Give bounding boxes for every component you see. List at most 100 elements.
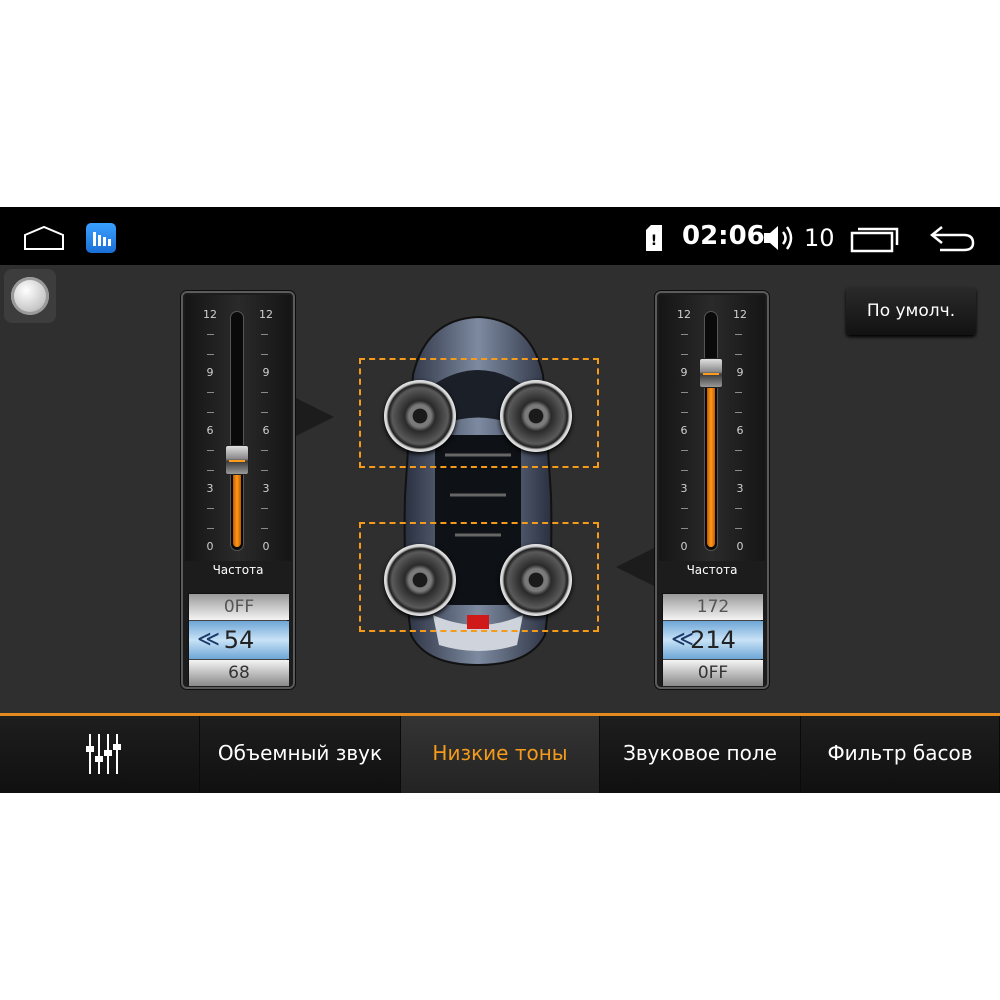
panel-pointer-left (294, 397, 334, 437)
scale-tick (735, 527, 742, 529)
scale-tick (261, 334, 268, 336)
sim-icon: ! (646, 225, 662, 251)
scale-tick (261, 353, 268, 355)
slider-area: 12 12 9 9 6 6 3 3 0 0 (185, 295, 291, 561)
rear-left-speaker-icon (384, 544, 456, 616)
scale-tick (261, 469, 268, 471)
scale-tick (207, 469, 214, 471)
floating-assist-button[interactable] (4, 269, 56, 323)
picker-current-text: 214 (690, 626, 736, 654)
scale-tick (735, 334, 742, 336)
scale-tick (261, 508, 268, 510)
picker-prev-value[interactable]: 172 (663, 594, 763, 620)
frequency-label: Частота (212, 563, 264, 577)
svg-text:!: ! (651, 233, 657, 249)
scale-tick (207, 392, 214, 394)
scale-tick (261, 392, 268, 394)
scale-tick (735, 353, 742, 355)
scale-label-left: 9 (680, 366, 688, 379)
scale-tick (681, 469, 688, 471)
scale-tick (735, 411, 742, 413)
slider-thumb[interactable] (225, 445, 249, 475)
clock: 02:06 (682, 221, 765, 251)
scale-label-left: 3 (206, 482, 214, 495)
tab-surround-sound[interactable]: Объемный звук (200, 716, 401, 793)
scale-tick (681, 508, 688, 510)
slider-fill (707, 373, 715, 547)
scale-label-right: 12 (259, 308, 273, 321)
scale-tick (681, 334, 688, 336)
equalizer-icon (86, 734, 121, 774)
scale-label-right: 6 (262, 424, 270, 437)
slider-area: 12 12 9 9 6 6 3 3 0 0 (659, 295, 765, 561)
scale-tick (207, 353, 214, 355)
bottom-tab-bar: Объемный звук Низкие тоны Звуковое поле … (0, 713, 1000, 793)
panel-pointer-right (616, 547, 656, 587)
tab-equalizer[interactable] (0, 716, 200, 793)
scale-tick (207, 450, 214, 452)
tab-sound-field[interactable]: Звуковое поле (600, 716, 801, 793)
scale-tick (681, 527, 688, 529)
picker-next-value[interactable]: 68 (189, 660, 289, 686)
picker-prev-value[interactable]: 0FF (189, 594, 289, 620)
scale-tick (681, 392, 688, 394)
scale-label-right: 3 (736, 482, 744, 495)
scale-tick (261, 450, 268, 452)
scale-label-right: 0 (736, 540, 744, 553)
scale-tick (207, 508, 214, 510)
default-button[interactable]: По умолч. (846, 287, 976, 335)
home-icon[interactable] (22, 225, 66, 251)
frequency-label: Частота (686, 563, 738, 577)
scale-label-left: 0 (206, 540, 214, 553)
app-icon[interactable] (86, 223, 116, 253)
scale-label-left: 12 (203, 308, 217, 321)
status-bar: ! 02:06 10 (0, 207, 1000, 265)
scale-tick (207, 527, 214, 529)
volume-level: 10 (804, 224, 835, 252)
scale-tick (681, 353, 688, 355)
slider-thumb[interactable] (699, 358, 723, 388)
scale-label-right: 3 (262, 482, 270, 495)
volume-icon[interactable] (762, 223, 796, 253)
frequency-picker[interactable]: 172 ≪ 214 0FF (662, 593, 763, 686)
scale-tick (681, 450, 688, 452)
scale-label-left: 3 (680, 482, 688, 495)
scale-tick (735, 392, 742, 394)
rear-bass-panel: 12 12 9 9 6 6 3 3 0 0 Частота 172 ≪ 214 0FF (655, 291, 769, 689)
front-left-speaker-icon (384, 380, 456, 452)
scale-label-left: 0 (680, 540, 688, 553)
front-right-speaker-icon (500, 380, 572, 452)
scale-label-left: 6 (680, 424, 688, 437)
app-screen: ! 02:06 10 По умолч. 12 12 9 9 6 6 3 3 0 0 Частот… (0, 207, 1000, 793)
assist-ball-icon (11, 277, 49, 315)
back-icon[interactable] (928, 223, 976, 253)
double-left-arrow-icon: ≪ (197, 627, 221, 652)
picker-current-value[interactable]: ≪ 214 (663, 621, 763, 659)
picker-current-text: 54 (223, 626, 255, 654)
scale-tick (207, 334, 214, 336)
scale-label-left: 6 (206, 424, 214, 437)
picker-current-value[interactable]: ≪ 54 (189, 621, 289, 659)
scale-label-right: 9 (262, 366, 270, 379)
picker-next-value[interactable]: 0FF (663, 660, 763, 686)
scale-label-right: 0 (262, 540, 270, 553)
scale-label-right: 12 (733, 308, 747, 321)
rear-right-speaker-icon (500, 544, 572, 616)
scale-label-left: 9 (206, 366, 214, 379)
front-bass-panel: 12 12 9 9 6 6 3 3 0 0 Частота 0FF ≪ 54 68 (181, 291, 295, 689)
scale-tick (735, 450, 742, 452)
tab-bass-filter[interactable]: Фильтр басов (801, 716, 1000, 793)
scale-tick (261, 411, 268, 413)
scale-tick (207, 411, 214, 413)
scale-label-right: 9 (736, 366, 744, 379)
scale-label-right: 6 (736, 424, 744, 437)
tab-bass[interactable]: Низкие тоны (401, 716, 600, 793)
recents-icon[interactable] (850, 225, 900, 253)
scale-tick (735, 469, 742, 471)
double-left-arrow-icon: ≪ (671, 627, 695, 652)
scale-tick (681, 411, 688, 413)
scale-tick (261, 527, 268, 529)
scale-tick (735, 508, 742, 510)
scale-label-left: 12 (677, 308, 691, 321)
frequency-picker[interactable]: 0FF ≪ 54 68 (188, 593, 289, 686)
